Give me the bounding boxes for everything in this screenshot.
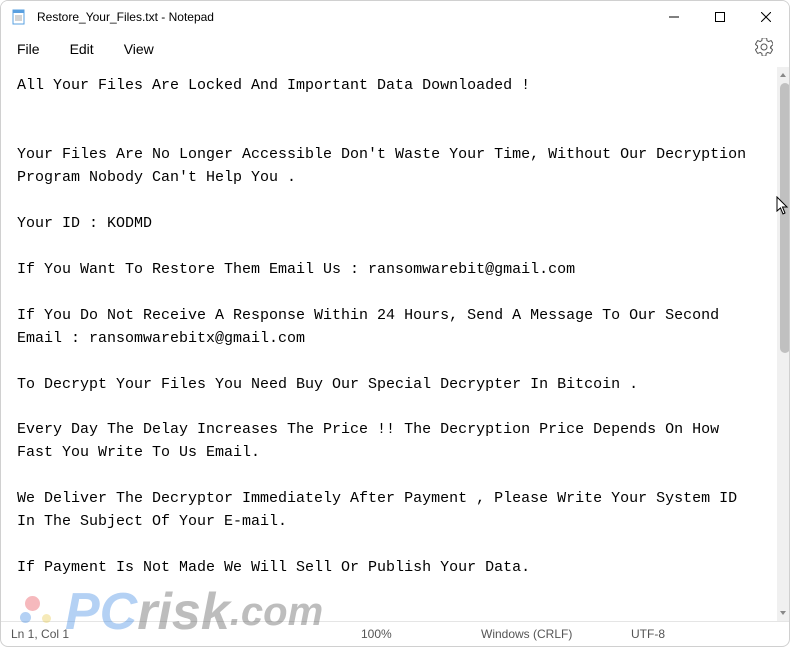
status-zoom: 100% (361, 627, 481, 641)
maximize-button[interactable] (697, 1, 743, 32)
status-cursor-position: Ln 1, Col 1 (11, 627, 361, 641)
status-line-ending: Windows (CRLF) (481, 627, 631, 641)
chevron-up-icon (779, 71, 787, 79)
title-bar: Restore_Your_Files.txt - Notepad (1, 1, 789, 32)
text-editor[interactable]: All Your Files Are Locked And Important … (1, 67, 777, 621)
chevron-down-icon (779, 609, 787, 617)
status-bar: Ln 1, Col 1 100% Windows (CRLF) UTF-8 (1, 621, 789, 646)
menu-view[interactable]: View (124, 41, 154, 57)
menu-file[interactable]: File (17, 41, 40, 57)
window-controls (651, 1, 789, 32)
close-icon (761, 12, 771, 22)
menu-bar: File Edit View (1, 32, 789, 67)
maximize-icon (715, 12, 725, 22)
menu-edit[interactable]: Edit (70, 41, 94, 57)
status-encoding: UTF-8 (631, 627, 721, 641)
close-button[interactable] (743, 1, 789, 32)
gear-icon (755, 38, 773, 56)
window-title: Restore_Your_Files.txt - Notepad (37, 10, 651, 24)
vertical-scrollbar[interactable] (777, 67, 789, 621)
scroll-down-button[interactable] (777, 605, 789, 621)
scroll-up-button[interactable] (777, 67, 789, 83)
content-area: All Your Files Are Locked And Important … (1, 67, 789, 621)
notepad-icon (11, 9, 27, 25)
settings-button[interactable] (755, 38, 773, 61)
minimize-button[interactable] (651, 1, 697, 32)
notepad-window: Restore_Your_Files.txt - Notepad File Ed… (0, 0, 790, 647)
minimize-icon (669, 12, 679, 22)
scrollbar-thumb[interactable] (780, 83, 789, 353)
